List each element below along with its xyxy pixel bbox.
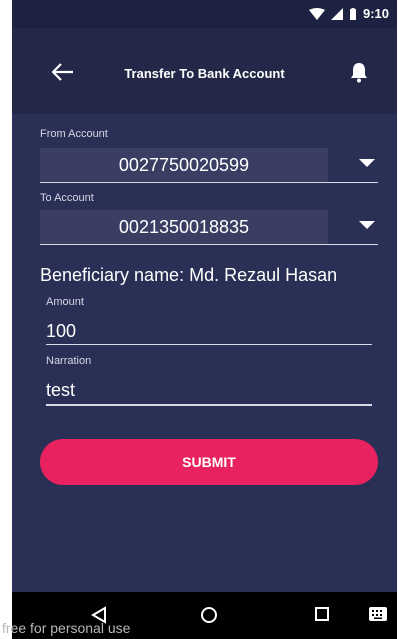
amount-underline bbox=[46, 344, 372, 345]
amount-label: Amount bbox=[46, 296, 84, 308]
page-title: Transfer To Bank Account bbox=[124, 66, 285, 81]
app-bar: Transfer To Bank Account bbox=[12, 28, 397, 114]
to-account-label: To Account bbox=[40, 192, 94, 204]
keyboard-icon[interactable] bbox=[368, 606, 388, 622]
narration-input[interactable]: test bbox=[46, 380, 75, 401]
beneficiary-name: Beneficiary name: Md. Rezaul Hasan bbox=[40, 265, 338, 285]
left-edge-strip bbox=[0, 0, 12, 639]
narration-underline bbox=[46, 404, 372, 406]
signal-icon bbox=[330, 7, 343, 20]
watermark-text: free for personal use bbox=[2, 620, 131, 636]
from-account-dropdown-icon[interactable] bbox=[359, 159, 375, 167]
from-account-label: From Account bbox=[40, 128, 108, 140]
phone-screen: 9:10 Transfer To Bank Account From Accou… bbox=[12, 0, 397, 639]
to-account-dropdown-icon[interactable] bbox=[359, 221, 375, 229]
status-icons: 9:10 bbox=[308, 6, 389, 21]
battery-icon bbox=[349, 7, 356, 20]
narration-label: Narration bbox=[46, 355, 92, 367]
status-bar: 9:10 bbox=[12, 0, 397, 28]
from-account-underline bbox=[40, 182, 378, 183]
bell-icon[interactable] bbox=[349, 61, 369, 83]
status-time: 9:10 bbox=[362, 6, 389, 21]
recent-square-icon[interactable] bbox=[314, 606, 330, 622]
to-account-select[interactable]: 0021350018835 bbox=[40, 210, 328, 244]
transfer-form: From Account 0027750020599 To Account 00… bbox=[12, 114, 397, 592]
home-circle-icon[interactable] bbox=[200, 606, 218, 624]
wifi-icon bbox=[308, 7, 325, 20]
app-frame: 9:10 Transfer To Bank Account From Accou… bbox=[0, 0, 399, 639]
submit-button[interactable]: SUBMIT bbox=[40, 439, 378, 485]
from-account-select[interactable]: 0027750020599 bbox=[40, 148, 328, 182]
amount-input[interactable]: 100 bbox=[46, 321, 76, 342]
to-account-underline bbox=[40, 244, 378, 245]
